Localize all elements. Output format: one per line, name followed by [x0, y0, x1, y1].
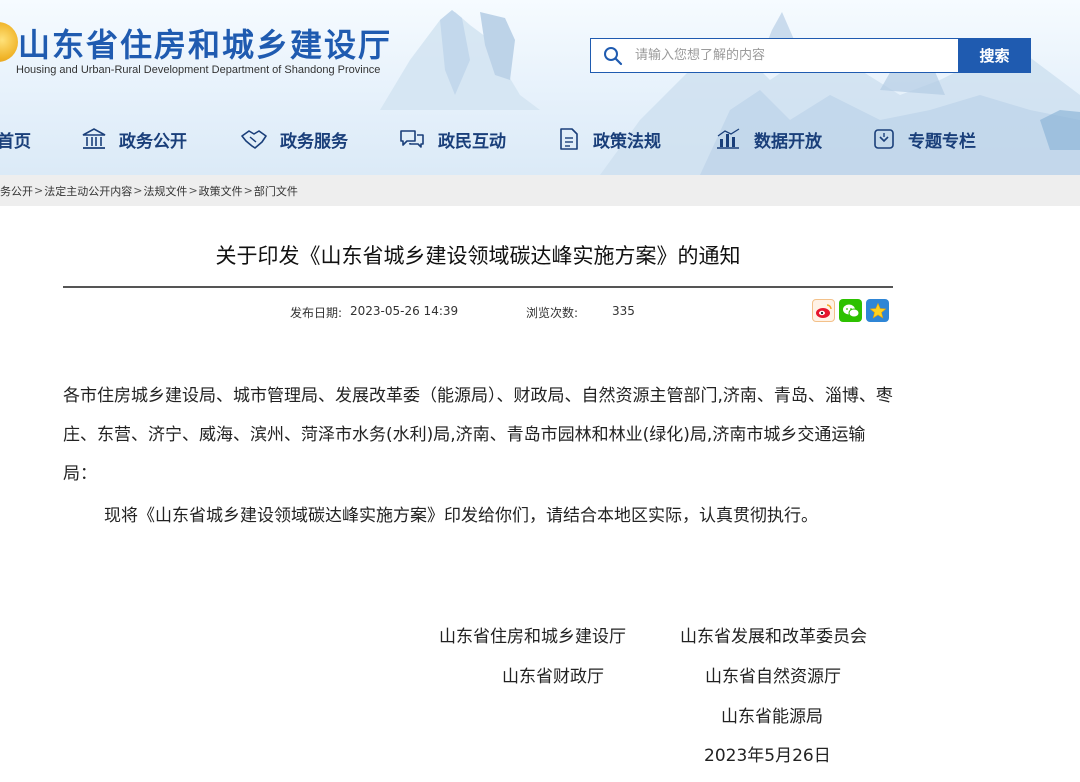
- site-title-english: Housing and Urban-Rural Development Depa…: [16, 64, 381, 76]
- nav-item-government-affairs[interactable]: 政务公开: [81, 116, 187, 162]
- document-icon: [557, 127, 581, 151]
- view-count: 335: [612, 304, 635, 318]
- share-buttons: [812, 299, 889, 322]
- nav-item-home[interactable]: 首页: [0, 116, 31, 162]
- breadcrumb-link[interactable]: 政策文件: [199, 183, 243, 199]
- addressee-paragraph: 各市住房城乡建设局、城市管理局、发展改革委（能源局）、财政局、自然资源主管部门,…: [63, 386, 893, 484]
- nav-item-label: 政策法规: [593, 131, 661, 152]
- article-title: 关于印发《山东省城乡建设领域碳达峰实施方案》的通知: [215, 244, 741, 268]
- main-nav: 首页 政务公开 政务服务 政民互动 政策法规 数据开放 专题专栏: [0, 116, 1080, 162]
- handshake-icon: [240, 128, 268, 150]
- body-paragraph: 现将《山东省城乡建设领域碳达峰实施方案》印发给你们，请结合本地区实际，认真贯彻执…: [104, 506, 818, 526]
- publish-date-label: 发布日期:: [290, 306, 343, 320]
- nav-item-label: 政务公开: [119, 131, 187, 152]
- chat-bubbles-icon: [398, 128, 426, 150]
- nav-item-label: 专题专栏: [908, 131, 976, 152]
- weibo-icon[interactable]: [812, 299, 835, 322]
- government-building-icon: [81, 128, 107, 150]
- nav-item-label: 政民互动: [438, 131, 506, 152]
- title-divider: [63, 286, 893, 288]
- signatory: 山东省发展和改革委员会: [680, 627, 867, 647]
- breadcrumb-separator: >: [34, 184, 44, 197]
- view-count-label: 浏览次数:: [526, 306, 579, 320]
- search-input[interactable]: [635, 39, 958, 72]
- signatory: 山东省能源局: [721, 707, 823, 727]
- nav-item-government-services[interactable]: 政务服务: [240, 116, 348, 162]
- nav-item-policies-regulations[interactable]: 政策法规: [557, 116, 661, 162]
- breadcrumb-separator: >: [243, 184, 253, 197]
- breadcrumb-separator: >: [133, 184, 143, 197]
- nav-item-label: 政务服务: [280, 131, 348, 152]
- folder-icon: [872, 127, 896, 151]
- site-header: 山东省住房和城乡建设厅 Housing and Urban-Rural Deve…: [0, 0, 1080, 175]
- breadcrumb-link[interactable]: 部门文件: [254, 183, 298, 199]
- search-icon: [591, 39, 635, 72]
- search-box: 搜索: [590, 38, 1031, 73]
- search-button[interactable]: 搜索: [958, 38, 1031, 73]
- wechat-icon[interactable]: [839, 299, 862, 322]
- publish-date: 2023-05-26 14:39: [350, 304, 459, 318]
- nav-item-label: 数据开放: [754, 131, 822, 152]
- signatory: 山东省财政厅: [502, 667, 604, 687]
- breadcrumb-separator: >: [188, 184, 198, 197]
- signatory: 山东省住房和城乡建设厅: [439, 627, 626, 647]
- favorite-star-icon[interactable]: [866, 299, 889, 322]
- nav-item-label: 首页: [0, 131, 31, 152]
- breadcrumb-link[interactable]: 务公开: [0, 183, 33, 199]
- bar-chart-icon: [714, 128, 742, 150]
- signatory: 山东省自然资源厅: [705, 667, 841, 687]
- site-title: 山东省住房和城乡建设厅: [18, 26, 393, 64]
- breadcrumb-link[interactable]: 法规文件: [143, 183, 187, 199]
- breadcrumb-link[interactable]: 法定主动公开内容: [44, 183, 132, 199]
- nav-item-special-topics[interactable]: 专题专栏: [872, 116, 976, 162]
- nav-item-public-interaction[interactable]: 政民互动: [398, 116, 506, 162]
- signing-date: 2023年5月26日: [704, 746, 831, 766]
- breadcrumb: 务公开 > 法定主动公开内容 > 法规文件 > 政策文件 > 部门文件: [0, 175, 1080, 206]
- nav-item-open-data[interactable]: 数据开放: [714, 116, 822, 162]
